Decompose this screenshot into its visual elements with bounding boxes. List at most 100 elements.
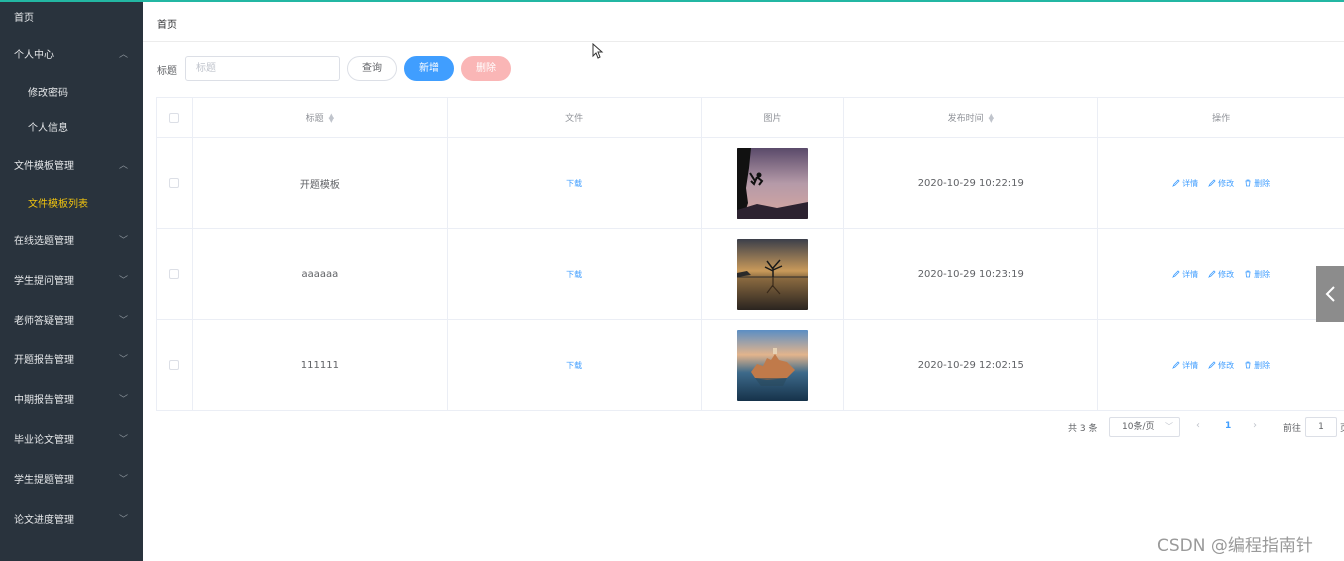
detail-label: 详情 <box>1182 360 1199 370</box>
trash-icon <box>1245 361 1251 369</box>
edit-icon <box>1172 361 1180 369</box>
title-cell: 开题模板 <box>193 138 448 228</box>
header-actions-label: 操作 <box>1212 114 1231 124</box>
climber-silhouette-image[interactable] <box>736 147 808 219</box>
sidebar-item-template-list[interactable]: 文件模板列表 <box>0 187 143 223</box>
trash-icon <box>1245 179 1251 187</box>
chevron-down-icon: ﹀ <box>118 474 128 485</box>
goto-suffix: 页 <box>1340 421 1344 434</box>
chevron-down-icon: ﹀ <box>118 395 128 406</box>
actions-cell: 详情 修改 删除 <box>1098 229 1344 319</box>
edit-button[interactable]: 修改 <box>1208 360 1234 371</box>
chevron-down-icon: ﹀ <box>118 355 128 366</box>
edit-label: 修改 <box>1218 178 1235 188</box>
sidebar-item-thesis-progress[interactable]: 论文进度管理 ﹀ <box>0 501 143 541</box>
goto-page-input[interactable] <box>1305 417 1337 437</box>
sidebar-item-change-password[interactable]: 修改密码 <box>0 76 143 112</box>
chevron-down-icon: ﹀ <box>118 275 128 286</box>
sidebar-item-proposal-reports[interactable]: 开题报告管理 ﹀ <box>0 341 143 381</box>
sidebar-item-student-topics[interactable]: 学生提题管理 ﹀ <box>0 461 143 501</box>
header-image-label: 图片 <box>763 114 782 124</box>
sidebar-item-label: 中期报告管理 <box>14 395 74 407</box>
image-cell <box>702 229 845 319</box>
row-delete-button[interactable]: 删除 <box>1244 360 1270 371</box>
sidebar-item-personal-center[interactable]: 个人中心 ︿ <box>0 36 143 76</box>
chevron-up-icon: ︿ <box>118 160 128 171</box>
header-file-label: 文件 <box>565 114 584 124</box>
collapse-panel-button[interactable] <box>1316 266 1344 322</box>
delete-label: 删除 <box>1254 360 1271 370</box>
trash-icon <box>1245 270 1251 278</box>
delete-label: 删除 <box>1254 178 1271 188</box>
breadcrumb: 首页 <box>143 2 1344 42</box>
header-title-label: 标题 <box>305 114 324 124</box>
lake-tree-image[interactable] <box>736 238 808 310</box>
sidebar-item-label: 文件模板管理 <box>14 160 74 172</box>
edit-label: 修改 <box>1218 269 1235 279</box>
edit-icon <box>1172 179 1180 187</box>
pagination-total: 共 3 条 <box>1068 424 1098 434</box>
file-cell: 下载 <box>448 229 702 319</box>
edit-button[interactable]: 修改 <box>1208 178 1234 189</box>
sidebar-item-student-questions[interactable]: 学生提问管理 ﹀ <box>0 262 143 302</box>
page-size-select[interactable]: 10条/页 ﹀ <box>1109 417 1180 437</box>
page-number-current[interactable]: 1 <box>1225 421 1231 431</box>
image-cell <box>702 138 845 228</box>
sidebar-item-midterm-reports[interactable]: 中期报告管理 ﹀ <box>0 381 143 421</box>
sidebar-item-label: 文件模板列表 <box>28 198 88 210</box>
sidebar-item-template-management[interactable]: 文件模板管理 ︿ <box>0 147 143 187</box>
add-button[interactable]: 新增 <box>404 56 454 81</box>
delete-button[interactable]: 删除 <box>461 56 511 81</box>
header-publish-time-label: 发布时间 <box>947 114 984 124</box>
row-checkbox[interactable] <box>169 269 180 279</box>
title-cell: aaaaaa <box>193 229 448 319</box>
sidebar-item-topic-selection[interactable]: 在线选题管理 ﹀ <box>0 222 143 262</box>
sidebar-item-teacher-answers[interactable]: 老师答疑管理 ﹀ <box>0 302 143 342</box>
sidebar-item-label: 首页 <box>14 13 34 24</box>
header-actions: 操作 <box>1098 98 1344 137</box>
mouse-cursor-icon <box>592 43 604 59</box>
row-delete-button[interactable]: 删除 <box>1244 269 1270 280</box>
row-checkbox-cell <box>157 138 193 228</box>
sidebar-item-personal-info[interactable]: 个人信息 <box>0 111 143 147</box>
breadcrumb-home[interactable]: 首页 <box>157 16 177 31</box>
chevron-down-icon: ﹀ <box>118 236 128 247</box>
row-checkbox-cell <box>157 320 193 410</box>
header-publish-time[interactable]: 发布时间 ▲ ▼ <box>844 98 1099 137</box>
download-link[interactable]: 下载 <box>566 269 582 280</box>
table-row: aaaaaa 下载 2020-10-29 10:23:19 详情 修改 删除 <box>157 229 1344 320</box>
row-checkbox[interactable] <box>169 360 180 370</box>
detail-button[interactable]: 详情 <box>1172 178 1198 189</box>
watermark: CSDN @编程指南针 <box>1157 536 1313 556</box>
detail-button[interactable]: 详情 <box>1172 360 1198 371</box>
query-button[interactable]: 查询 <box>347 56 397 81</box>
file-cell: 下载 <box>448 138 702 228</box>
prev-page-button[interactable]: ‹ <box>1196 420 1200 431</box>
edit-button[interactable]: 修改 <box>1208 269 1234 280</box>
table-row: 111111 下载 2020-10-29 12:02:15 详情 修改 删除 <box>157 320 1344 411</box>
header-checkbox-cell <box>157 98 193 137</box>
publish-time-cell: 2020-10-29 10:23:19 <box>844 229 1099 319</box>
sidebar-item-label: 修改密码 <box>28 87 68 99</box>
chevron-up-icon: ︿ <box>118 50 128 60</box>
row-checkbox[interactable] <box>169 178 180 188</box>
next-page-button[interactable]: › <box>1253 420 1257 431</box>
publish-time-cell: 2020-10-29 10:22:19 <box>844 138 1099 228</box>
select-all-checkbox[interactable] <box>169 112 180 123</box>
download-link[interactable]: 下载 <box>566 360 582 371</box>
header-title[interactable]: 标题 ▲ ▼ <box>193 98 448 137</box>
sidebar-item-label: 老师答疑管理 <box>14 315 74 327</box>
sort-icon[interactable]: ▲ ▼ <box>329 112 334 123</box>
sidebar-item-label: 开题报告管理 <box>14 355 74 367</box>
template-table: 标题 ▲ ▼ 文件 图片 发布时间 ▲ ▼ 操作 开题模板 下载 2020-10-29 … <box>156 97 1344 411</box>
island-castle-image[interactable] <box>736 329 808 401</box>
title-search-input[interactable] <box>185 56 340 81</box>
chevron-down-icon: ﹀ <box>118 315 128 326</box>
detail-button[interactable]: 详情 <box>1172 269 1198 280</box>
row-delete-button[interactable]: 删除 <box>1244 178 1270 189</box>
sort-icon[interactable]: ▲ ▼ <box>989 112 994 123</box>
detail-label: 详情 <box>1182 269 1199 279</box>
download-link[interactable]: 下载 <box>566 178 582 189</box>
chevron-left-icon <box>1325 286 1335 302</box>
sidebar-item-home[interactable]: 首页 <box>0 2 143 36</box>
